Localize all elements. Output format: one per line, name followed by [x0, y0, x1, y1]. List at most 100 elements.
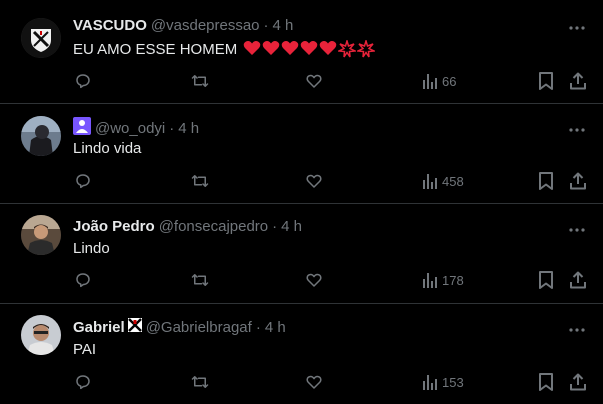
bookmark-icon	[539, 72, 553, 90]
like-button[interactable]	[305, 271, 323, 289]
views-count: 153	[442, 374, 464, 390]
bookmark-button[interactable]	[538, 172, 554, 190]
views-count: 66	[442, 73, 457, 89]
timestamp[interactable]: 4 h	[281, 218, 302, 235]
bookmark-icon	[539, 271, 553, 289]
repost-button[interactable]	[190, 72, 210, 90]
reply-icon	[76, 74, 90, 89]
reply-feed: VASCUDO @vasdepressao · 4 h EU AMO ESSE …	[0, 0, 603, 404]
vasco-cross-icon	[127, 318, 142, 336]
post-header: @wo_odyi · 4 h	[73, 117, 199, 139]
avatar[interactable]	[21, 215, 61, 255]
views-count: 458	[442, 173, 464, 189]
post-text: EU AMO ESSE HOMEM	[73, 40, 376, 58]
emoji-group	[243, 40, 376, 58]
reply-button[interactable]	[74, 172, 92, 190]
share-icon	[570, 72, 586, 90]
purple-profile-icon	[73, 117, 91, 139]
post[interactable]: Gabriel @Gabrielbragaf · 4 h PAI 153	[0, 304, 603, 404]
heart-emoji-icon	[300, 41, 318, 55]
bookmark-icon	[539, 373, 553, 391]
share-icon	[570, 172, 586, 190]
author-handle[interactable]: @fonsecajpedro	[159, 218, 268, 235]
post-header: Gabriel @Gabrielbragaf · 4 h	[73, 318, 286, 336]
reply-icon	[76, 375, 90, 390]
views-icon	[423, 375, 437, 390]
repost-icon	[191, 274, 209, 286]
post-text-content: EU AMO ESSE HOMEM	[73, 40, 238, 58]
anger-burst-icon	[338, 40, 357, 58]
heart-emoji-icon	[262, 41, 280, 55]
repost-button[interactable]	[190, 271, 210, 289]
views-button[interactable]: 66	[422, 72, 456, 90]
heart-icon	[306, 74, 322, 88]
separator-dot: ·	[263, 17, 269, 34]
heart-icon	[306, 273, 322, 287]
reply-button[interactable]	[74, 373, 92, 391]
author-name[interactable]: VASCUDO	[73, 17, 147, 34]
repost-icon	[191, 376, 209, 388]
post[interactable]: João Pedro @fonsecajpedro · 4 h Lindo 17…	[0, 204, 603, 304]
avatar[interactable]	[21, 18, 61, 58]
separator-dot: ·	[255, 318, 261, 336]
bookmark-button[interactable]	[538, 271, 554, 289]
avatar[interactable]	[21, 116, 61, 156]
more-options-icon[interactable]	[567, 122, 587, 138]
reply-icon	[76, 174, 90, 189]
like-button[interactable]	[305, 72, 323, 90]
views-icon	[423, 273, 437, 288]
heart-emoji-icon	[243, 41, 261, 55]
author-handle[interactable]: @Gabrielbragaf	[146, 319, 252, 336]
share-button[interactable]	[569, 72, 587, 90]
more-options-icon[interactable]	[567, 20, 587, 36]
reply-button[interactable]	[74, 271, 92, 289]
post-header: VASCUDO @vasdepressao · 4 h	[73, 17, 293, 34]
views-icon	[423, 74, 437, 89]
post-text-content: Lindo vida	[73, 140, 142, 157]
bookmark-icon	[539, 172, 553, 190]
post[interactable]: VASCUDO @vasdepressao · 4 h EU AMO ESSE …	[0, 0, 603, 104]
share-button[interactable]	[569, 172, 587, 190]
views-count: 178	[442, 272, 464, 288]
post-header: João Pedro @fonsecajpedro · 4 h	[73, 218, 302, 235]
avatar[interactable]	[21, 315, 61, 355]
separator-dot: ·	[272, 218, 278, 235]
heart-emoji-icon	[281, 41, 299, 55]
timestamp[interactable]: 4 h	[178, 120, 199, 137]
reply-button[interactable]	[74, 72, 92, 90]
share-button[interactable]	[569, 271, 587, 289]
views-button[interactable]: 458	[422, 172, 464, 190]
bookmark-button[interactable]	[538, 373, 554, 391]
share-icon	[570, 373, 586, 391]
repost-button[interactable]	[190, 172, 210, 190]
timestamp[interactable]: 4 h	[265, 319, 286, 336]
author-name[interactable]: João Pedro	[73, 218, 155, 235]
post-text: PAI	[73, 341, 96, 358]
separator-dot: ·	[169, 119, 175, 137]
post[interactable]: @wo_odyi · 4 h Lindo vida 458	[0, 104, 603, 204]
share-icon	[570, 271, 586, 289]
author-handle[interactable]: @vasdepressao	[151, 17, 260, 34]
like-button[interactable]	[305, 172, 323, 190]
repost-button[interactable]	[190, 373, 210, 391]
heart-emoji-icon	[319, 41, 337, 55]
views-button[interactable]: 153	[422, 373, 464, 391]
heart-icon	[306, 174, 322, 188]
author-name[interactable]: Gabriel	[73, 319, 125, 336]
views-icon	[423, 174, 437, 189]
heart-icon	[306, 375, 322, 389]
reply-icon	[76, 273, 90, 288]
more-options-icon[interactable]	[567, 322, 587, 338]
bookmark-button[interactable]	[538, 72, 554, 90]
anger-burst-icon	[357, 40, 376, 58]
repost-icon	[191, 75, 209, 87]
post-text: Lindo	[73, 240, 110, 257]
timestamp[interactable]: 4 h	[273, 17, 294, 34]
author-handle[interactable]: @wo_odyi	[95, 120, 165, 137]
post-text-content: PAI	[73, 341, 97, 358]
more-options-icon[interactable]	[567, 222, 587, 238]
views-button[interactable]: 178	[422, 271, 464, 289]
like-button[interactable]	[305, 373, 323, 391]
post-text: Lindo vida	[73, 140, 141, 157]
share-button[interactable]	[569, 373, 587, 391]
